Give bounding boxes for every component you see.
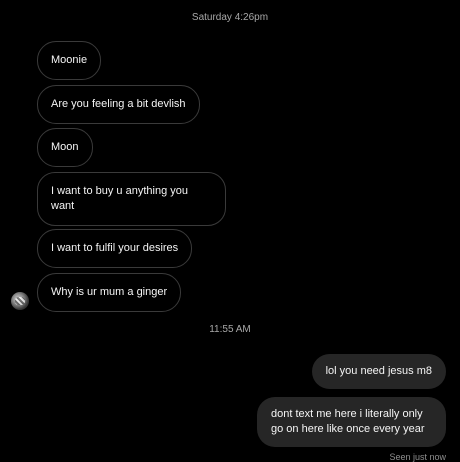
timestamp: 11:55 AM	[209, 324, 251, 335]
incoming-message[interactable]: Moonie	[37, 41, 102, 80]
incoming-message[interactable]: Moon	[37, 128, 93, 167]
incoming-message[interactable]: I want to fulfil your desires	[37, 229, 193, 268]
incoming-message[interactable]: Why is ur mum a ginger	[37, 273, 182, 312]
incoming-message[interactable]: Are you feeling a bit devlish	[37, 85, 200, 124]
outgoing-message[interactable]: dont text me here i literally only go on…	[257, 397, 446, 447]
seen-status: Seen just now	[389, 452, 446, 462]
incoming-message[interactable]: I want to buy u anything you want	[37, 172, 226, 226]
outgoing-message[interactable]: lol you need jesus m8	[311, 354, 446, 389]
sender-avatar-icon[interactable]	[11, 292, 29, 310]
timestamp: Saturday 4:26pm	[191, 12, 269, 23]
